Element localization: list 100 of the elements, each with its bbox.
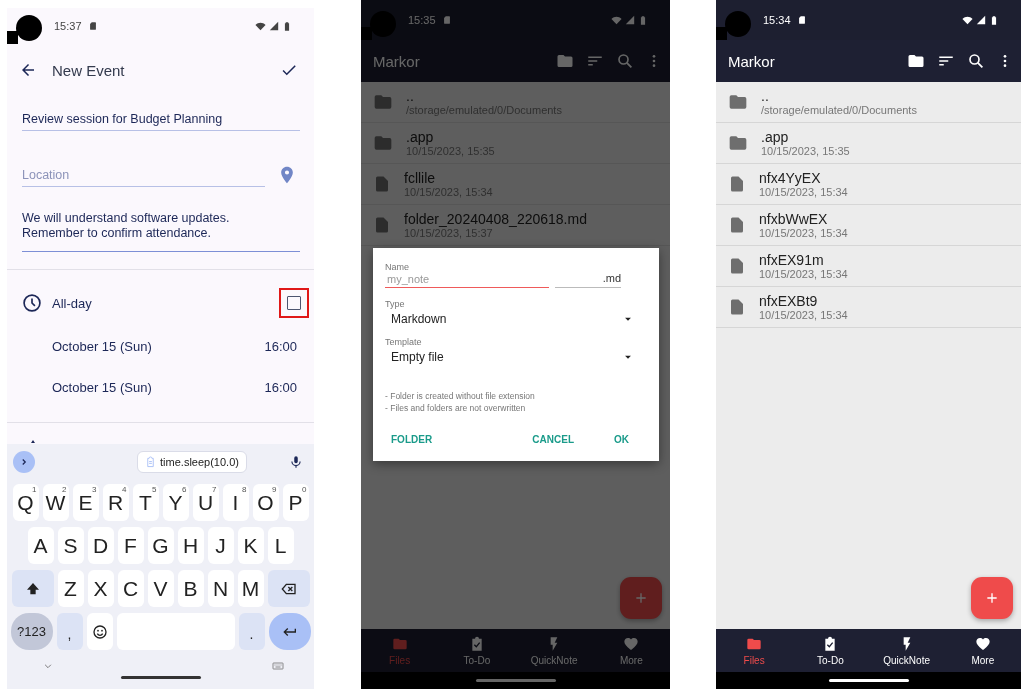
backspace-key[interactable]: [267, 570, 310, 607]
note-text: - Files and folders are not overwritten: [385, 402, 527, 414]
file-detail: 10/15/2023, 15:34: [759, 267, 848, 281]
clock-time: 15:35: [408, 14, 436, 26]
template-dropdown[interactable]: Empty file: [385, 347, 635, 364]
clock-icon: [22, 293, 42, 313]
file-list-item[interactable]: .. /storage/emulated/0/Documents: [716, 82, 1021, 123]
key[interactable]: M: [237, 570, 264, 607]
key[interactable]: J: [207, 527, 234, 564]
date-text[interactable]: October 15 (Sun): [52, 380, 152, 395]
title-field[interactable]: Review session for Budget Planning: [22, 108, 300, 131]
key[interactable]: K: [237, 527, 264, 564]
nav-tab[interactable]: To-Do: [792, 629, 869, 672]
key[interactable]: S: [57, 527, 84, 564]
note-text: - Folder is created without file extension: [385, 390, 536, 402]
wifi-icon: [255, 20, 266, 32]
field-label: Template: [385, 337, 423, 347]
wifi-icon: [611, 14, 622, 26]
key[interactable]: H: [177, 527, 204, 564]
nav-tab[interactable]: More: [592, 629, 670, 672]
folder-icon: [728, 133, 748, 153]
emoji-icon: [91, 623, 108, 640]
plus-icon: [984, 590, 1000, 606]
key[interactable]: N: [207, 570, 234, 607]
key[interactable]: G: [147, 527, 174, 564]
file-list-item[interactable]: .app 10/15/2023, 15:35: [716, 123, 1021, 164]
expand-button[interactable]: [13, 451, 35, 473]
nav-tab[interactable]: Files: [716, 629, 793, 672]
nav-tab[interactable]: QuickNote: [868, 629, 945, 672]
key[interactable]: C: [117, 570, 144, 607]
file-name: .app: [406, 128, 435, 145]
add-button[interactable]: [620, 577, 662, 619]
microphone-icon[interactable]: [289, 454, 303, 470]
folder-icon[interactable]: [907, 52, 925, 70]
camera-cutout-drawing: [361, 10, 397, 40]
key[interactable]: F: [117, 527, 144, 564]
sd-card-icon: [87, 21, 98, 31]
document-icon: [373, 174, 391, 194]
home-indicator[interactable]: [828, 679, 909, 682]
search-icon[interactable]: [967, 52, 985, 70]
camera-cutout-drawing: [7, 14, 43, 44]
key[interactable]: D: [87, 527, 114, 564]
file-name: fcllile: [404, 169, 437, 186]
home-indicator[interactable]: [475, 679, 556, 682]
dialog-button[interactable]: OK: [608, 430, 635, 449]
signal-icon: [269, 21, 279, 31]
wifi-icon: [962, 14, 973, 26]
file-detail: 10/15/2023, 15:35: [761, 144, 850, 158]
type-dropdown[interactable]: Markdown: [385, 309, 635, 326]
document-icon: [728, 256, 746, 276]
emoji-key[interactable]: [86, 613, 113, 650]
home-indicator[interactable]: [120, 676, 201, 679]
enter-key[interactable]: [268, 613, 311, 650]
file-name: .app: [761, 128, 790, 145]
key[interactable]: Z: [57, 570, 84, 607]
app-title: Markor: [728, 52, 775, 70]
shift-key[interactable]: [11, 570, 54, 607]
file-list-item[interactable]: nfxbWwEX 10/15/2023, 15:34: [716, 205, 1021, 246]
checkbox[interactable]: [287, 296, 301, 310]
date-text[interactable]: October 15 (Sun): [52, 339, 152, 354]
document-icon: [728, 215, 746, 235]
keyboard-icon[interactable]: [271, 660, 285, 672]
signal-icon: [976, 15, 986, 25]
time-text[interactable]: 16:00: [264, 380, 297, 395]
nav-tab[interactable]: QuickNote: [515, 629, 593, 672]
symbols-key[interactable]: ?123: [10, 613, 53, 650]
key[interactable]: A: [27, 527, 54, 564]
heart-icon: [974, 635, 991, 652]
key[interactable]: L: [267, 527, 294, 564]
description-field[interactable]: We will understand software updates. Remember to confirm attendance.: [22, 207, 300, 252]
key[interactable]: X: [87, 570, 114, 607]
file-name: ..: [406, 87, 415, 104]
battery-icon: [989, 14, 999, 26]
add-button[interactable]: [971, 577, 1013, 619]
screen-title: New Event: [52, 61, 125, 79]
app-title: Markor: [373, 52, 420, 70]
key[interactable]: V: [147, 570, 174, 607]
extension-field[interactable]: .md: [555, 272, 621, 288]
sd-card-icon: [441, 15, 452, 25]
battery-icon: [638, 14, 648, 26]
location-field[interactable]: Location: [22, 165, 265, 187]
file-list-item[interactable]: nfxEXBt9 10/15/2023, 15:34: [716, 287, 1021, 328]
chevron-down-icon[interactable]: [43, 661, 53, 671]
plus-icon: [633, 590, 649, 606]
key[interactable]: ,: [56, 613, 83, 650]
clipboard-suggestion[interactable]: time.sleep(10.0): [137, 451, 247, 473]
nav-tab[interactable]: More: [944, 629, 1021, 672]
sd-card-icon: [796, 15, 807, 25]
name-field[interactable]: my_note: [385, 272, 549, 288]
document-icon: [728, 297, 746, 317]
folder-icon: [373, 92, 393, 112]
file-name: ..: [761, 87, 770, 104]
time-text[interactable]: 16:00: [264, 339, 297, 354]
file-list-item[interactable]: nfxEX91m 10/15/2023, 15:34: [716, 246, 1021, 287]
key[interactable]: B: [177, 570, 204, 607]
nav-tab[interactable]: To-Do: [438, 629, 516, 672]
field-label: Name: [385, 262, 410, 272]
key[interactable]: .: [238, 613, 265, 650]
clock-time: 15:34: [763, 14, 791, 26]
file-list-item[interactable]: nfx4YyEX 10/15/2023, 15:34: [716, 164, 1021, 205]
